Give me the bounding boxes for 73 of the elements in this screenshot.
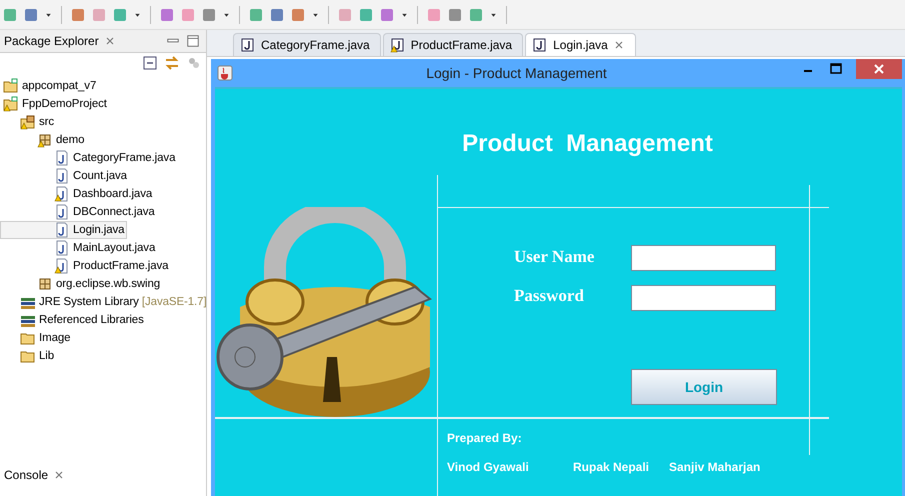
tree-item[interactable]: Count.java: [0, 167, 130, 185]
tree-item[interactable]: Referenced Libraries: [0, 311, 147, 329]
tree-item[interactable]: Dashboard.java: [0, 185, 156, 203]
view-tab-title[interactable]: Console: [4, 468, 48, 482]
toolbar-icon[interactable]: [379, 6, 395, 22]
package-icon: [37, 132, 53, 148]
close-button[interactable]: [856, 59, 902, 79]
author-name: Sanjiv Maharjan: [669, 460, 760, 474]
tree-item[interactable]: Image: [0, 329, 74, 347]
folder-icon: [3, 96, 19, 112]
field-label: User Name: [514, 247, 594, 267]
close-icon[interactable]: [53, 469, 66, 481]
toolbar-icon[interactable]: [112, 6, 128, 22]
tree-item[interactable]: MainLayout.java: [0, 239, 158, 257]
tree-item[interactable]: ProductFrame.java: [0, 257, 172, 275]
tree-item[interactable]: JRE System Library [JavaSE-1.7]: [0, 293, 206, 311]
java-file-icon: [54, 168, 70, 184]
toolbar-icon[interactable]: [201, 6, 217, 22]
java-file-icon: [532, 37, 548, 53]
toolbar-icon[interactable]: [159, 6, 175, 22]
tree-item[interactable]: org.eclipse.wb.swing: [0, 275, 164, 293]
toolbar-icon[interactable]: [269, 6, 285, 22]
toolbar-icon[interactable]: [358, 6, 374, 22]
java-file-icon: [54, 222, 70, 238]
toolbar-icon[interactable]: [426, 6, 442, 22]
package-folder-icon: [20, 114, 36, 130]
tree-item[interactable]: CategoryFrame.java: [0, 149, 178, 167]
editor-tab[interactable]: Login.java: [525, 33, 636, 56]
close-icon: [873, 63, 885, 75]
window-title: Login - Product Management: [425, 65, 608, 81]
java-file-icon: [54, 186, 70, 202]
java-cup-icon: [217, 65, 233, 81]
tree-item[interactable]: appcompat_v7: [0, 77, 100, 95]
java-file-warning-icon: [390, 37, 406, 53]
editor-tab[interactable]: CategoryFrame.java: [233, 33, 381, 56]
folder-icon: [3, 78, 19, 94]
input-field[interactable]: [631, 285, 776, 311]
toolbar-icon[interactable]: [337, 6, 353, 22]
java-file-icon: [54, 258, 70, 274]
tree-item[interactable]: Login.java: [0, 221, 128, 239]
author-name: Vinod Gyawali: [447, 460, 530, 474]
input-field[interactable]: [631, 245, 776, 271]
maximize-icon[interactable]: [828, 61, 844, 77]
maximize-icon[interactable]: [186, 34, 200, 48]
toolbar-icon[interactable]: [23, 6, 39, 22]
credit-label: Prepared By:: [447, 431, 522, 445]
tree-item[interactable]: DBConnect.java: [0, 203, 158, 221]
author-name: Rupak Nepali: [573, 460, 650, 474]
toolbar-icon[interactable]: [290, 6, 306, 22]
close-icon[interactable]: [612, 39, 625, 51]
editor-tab[interactable]: ProductFrame.java: [382, 33, 524, 56]
toolbar-icon[interactable]: [447, 6, 463, 22]
java-file-icon: [54, 150, 70, 166]
link-arrows-icon[interactable]: [164, 55, 180, 71]
toolbar-icon[interactable]: [70, 6, 86, 22]
tree-item[interactable]: Lib: [0, 347, 58, 365]
toolbar-icon[interactable]: [468, 6, 484, 22]
tree-item[interactable]: FppDemoProject: [0, 95, 110, 113]
tree-item[interactable]: src: [0, 113, 58, 131]
field-label: Password: [514, 286, 584, 306]
toolbar-icon[interactable]: [2, 6, 18, 22]
tree-item[interactable]: demo: [0, 131, 88, 149]
close-icon[interactable]: [104, 35, 116, 47]
java-file-icon: [54, 204, 70, 220]
toolbar-icon[interactable]: [180, 6, 196, 22]
view-menu-icon[interactable]: [186, 55, 202, 71]
toolbar-icon[interactable]: [248, 6, 264, 22]
package-icon: [37, 276, 53, 292]
java-file-icon: [240, 37, 256, 53]
toolbar-icon[interactable]: [91, 6, 107, 22]
java-file-icon: [54, 240, 70, 256]
form-heading: Product Management: [461, 129, 714, 159]
collapse-all-icon[interactable]: [142, 55, 158, 71]
